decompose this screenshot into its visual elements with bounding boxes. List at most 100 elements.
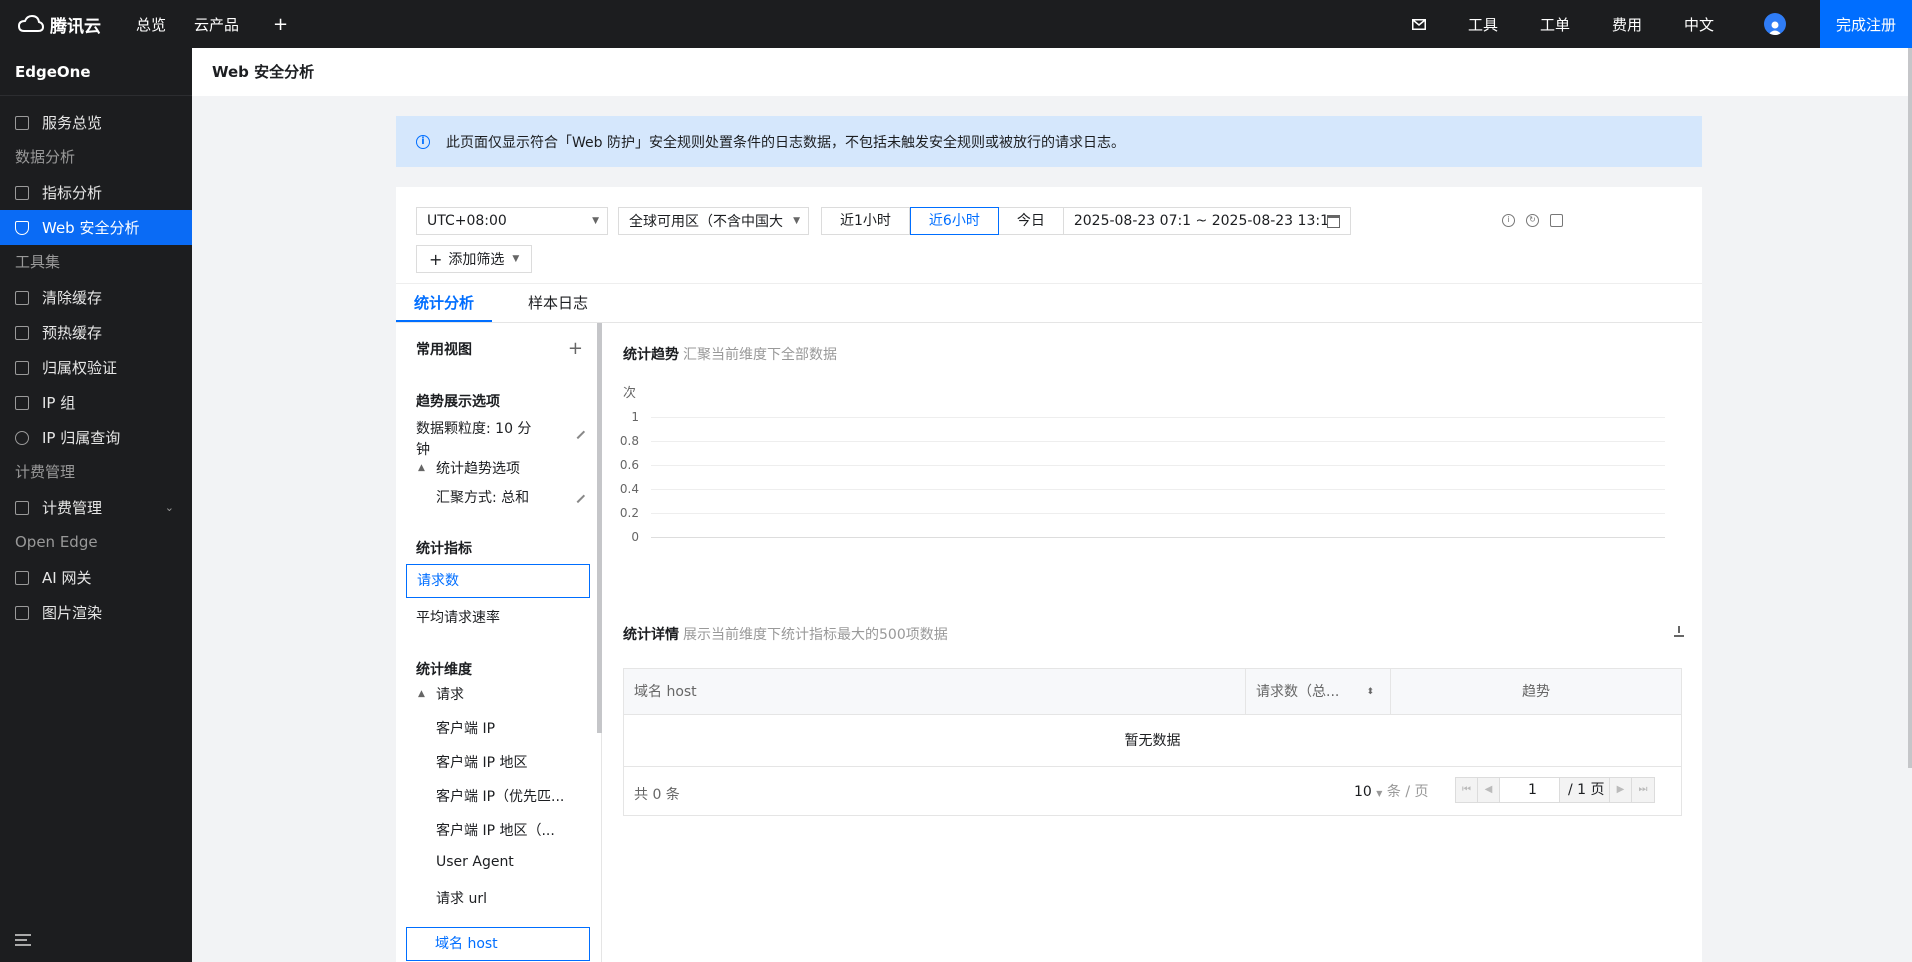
range-1h[interactable]: 近1小时: [822, 208, 910, 234]
dimension-user-agent[interactable]: User Agent: [436, 854, 514, 870]
dimension-client-ip-region-priority[interactable]: 客户端 IP 地区（...: [436, 820, 555, 840]
edit-granularity-icon[interactable]: [570, 424, 586, 440]
info-notice: i 此页面仅显示符合「Web 防护」安全规则处置条件的日志数据，不包括未触发安全…: [396, 116, 1702, 167]
grid-line: [651, 465, 1665, 466]
detail-subtitle: 展示当前维度下统计指标最大的500项数据: [683, 627, 948, 643]
sidebar-item-ai-gateway[interactable]: AI 网关: [0, 560, 192, 595]
sidebar-group-data-analysis: 数据分析: [15, 148, 76, 166]
gateway-icon: [15, 570, 29, 585]
sidebar-item-ownership[interactable]: 归属权验证: [0, 350, 192, 385]
add-filter-button[interactable]: + 添加筛选 ▼: [416, 245, 533, 273]
total-count: 共 0 条: [634, 787, 680, 803]
range-today[interactable]: 今日: [999, 208, 1063, 234]
nav-products[interactable]: 云产品: [194, 14, 239, 35]
sidebar-item-billing[interactable]: 计费管理 ⌄: [0, 490, 192, 525]
nav-billing[interactable]: 费用: [1612, 14, 1642, 35]
add-shortcut-icon[interactable]: +: [273, 14, 288, 35]
nav-tickets[interactable]: 工单: [1540, 14, 1570, 35]
metrics-title: 统计指标: [416, 541, 472, 557]
y-tick-label: 0.6: [619, 458, 639, 472]
next-page-icon[interactable]: ▶: [1610, 778, 1632, 802]
nav-overview[interactable]: 总览: [136, 14, 166, 35]
prev-page-icon[interactable]: ◀: [1478, 778, 1500, 802]
mail-icon[interactable]: [1411, 18, 1426, 30]
top-bar: 腾讯云 总览 云产品 + 工具 工单 费用 中文 完成注册: [0, 0, 1912, 48]
add-view-icon[interactable]: +: [568, 338, 583, 359]
aggregation-label: 汇聚方式: 总和: [436, 490, 530, 506]
collapse-sidebar-icon[interactable]: [15, 934, 31, 946]
chevron-down-icon: ⌄: [164, 501, 174, 514]
page-input[interactable]: 1: [1500, 778, 1560, 802]
sidebar-item-ip-lookup[interactable]: IP 归属查询: [0, 420, 192, 455]
print-icon[interactable]: [1550, 214, 1563, 227]
toolbar-icons: i ↻: [1502, 214, 1563, 227]
tencent-cloud-logo[interactable]: 腾讯云: [18, 12, 136, 37]
dimension-client-ip[interactable]: 客户端 IP: [436, 718, 495, 738]
ip-icon: [15, 395, 29, 410]
filter-bar: UTC+08:00 ▼ 全球可用区（不含中国大 ▼ 近1小时 近6小时 今日 202…: [416, 207, 1351, 235]
detail-table: 域名 host 请求数（总... ⬍ 趋势 暂无数据 共 0 条 10 ▼ 条 /…: [623, 668, 1682, 816]
dimension-client-ip-priority[interactable]: 客户端 IP（优先匹...: [436, 786, 564, 806]
sidebar: EdgeOne 服务总览 数据分析 指标分析 Web 安全分析 工具集 清除缓存…: [0, 48, 192, 962]
page-scrollbar[interactable]: [1908, 48, 1912, 768]
logo-text: 腾讯云: [50, 16, 101, 37]
refresh-icon[interactable]: ↻: [1526, 214, 1539, 227]
sidebar-item-prefetch[interactable]: 预热缓存: [0, 315, 192, 350]
page-total: / 1 页: [1560, 778, 1610, 802]
prefetch-icon: [15, 325, 29, 340]
page-size-select[interactable]: 10 ▼ 条 / 页: [1354, 781, 1429, 801]
granularity-label: 数据颗粒度: 10 分: [416, 421, 532, 437]
register-button[interactable]: 完成注册: [1820, 0, 1912, 48]
dimension-group-request[interactable]: 请求: [436, 684, 464, 704]
page-nav: ⏮ ◀ 1 / 1 页 ▶ ⏭: [1455, 777, 1655, 803]
first-page-icon[interactable]: ⏮: [1456, 778, 1478, 802]
panel-scrollbar[interactable]: [597, 323, 602, 733]
dimension-host[interactable]: 域名 host: [406, 927, 590, 961]
date-range-picker[interactable]: 2025-08-23 07:1 ~ 2025-08-23 13:1: [1062, 207, 1351, 235]
collapse-triangle-icon[interactable]: ▲: [418, 463, 425, 473]
column-host[interactable]: 域名 host: [624, 669, 1246, 714]
tab-statistics[interactable]: 统计分析: [396, 284, 493, 322]
dimension-client-ip-region[interactable]: 客户端 IP 地区: [436, 752, 527, 772]
tab-sample-logs[interactable]: 样本日志: [510, 284, 606, 322]
sidebar-item-web-security[interactable]: Web 安全分析: [0, 210, 192, 245]
dimension-request-url[interactable]: 请求 url: [436, 888, 487, 908]
metric-avg-rate[interactable]: 平均请求速率: [416, 607, 500, 627]
sidebar-item-clear-cache[interactable]: 清除缓存: [0, 280, 192, 315]
chart-icon: [15, 185, 29, 200]
sidebar-item-label: IP 组: [42, 394, 76, 412]
range-6h[interactable]: 近6小时: [909, 207, 999, 235]
sidebar-item-ip-group[interactable]: IP 组: [0, 385, 192, 420]
download-icon[interactable]: [1674, 626, 1684, 637]
column-requests[interactable]: 请求数（总... ⬍: [1246, 669, 1391, 714]
pagination: 共 0 条 10 ▼ 条 / 页 ⏮ ◀ 1 / 1 页 ▶ ⏭: [624, 767, 1681, 815]
collapse-triangle-icon[interactable]: ▲: [418, 689, 425, 699]
sidebar-item-overview[interactable]: 服务总览: [0, 105, 192, 140]
sort-icon[interactable]: ⬍: [1366, 669, 1374, 715]
last-page-icon[interactable]: ⏭: [1632, 778, 1654, 802]
info-icon[interactable]: i: [1502, 214, 1515, 227]
timezone-select[interactable]: UTC+08:00 ▼: [416, 207, 608, 235]
sidebar-item-image-render[interactable]: 图片渲染: [0, 595, 192, 630]
column-requests-label: 请求数（总...: [1256, 684, 1340, 700]
edit-aggregation-icon[interactable]: [570, 488, 586, 504]
info-icon: i: [416, 134, 430, 149]
metric-requests[interactable]: 请求数: [406, 564, 590, 598]
avatar[interactable]: [1764, 13, 1786, 35]
region-value: 全球可用区（不含中国大: [629, 214, 783, 230]
trend-title: 统计趋势: [623, 347, 679, 363]
sidebar-group-tools: 工具集: [15, 253, 61, 271]
region-select[interactable]: 全球可用区（不含中国大 ▼: [618, 207, 809, 235]
search-icon: [15, 430, 29, 445]
page-size-value: 10: [1354, 784, 1372, 800]
grid-line: [651, 441, 1665, 442]
sidebar-item-label: 图片渲染: [42, 604, 103, 622]
nav-language[interactable]: 中文: [1684, 14, 1714, 35]
calendar-icon: [1326, 215, 1340, 228]
sidebar-item-label: 归属权验证: [42, 359, 118, 377]
nav-tools[interactable]: 工具: [1468, 14, 1498, 35]
dimensions-title: 统计维度: [416, 662, 472, 678]
sidebar-item-metrics[interactable]: 指标分析: [0, 175, 192, 210]
trend-sub-options[interactable]: 统计趋势选项: [436, 458, 520, 478]
grid-icon: [15, 115, 29, 130]
